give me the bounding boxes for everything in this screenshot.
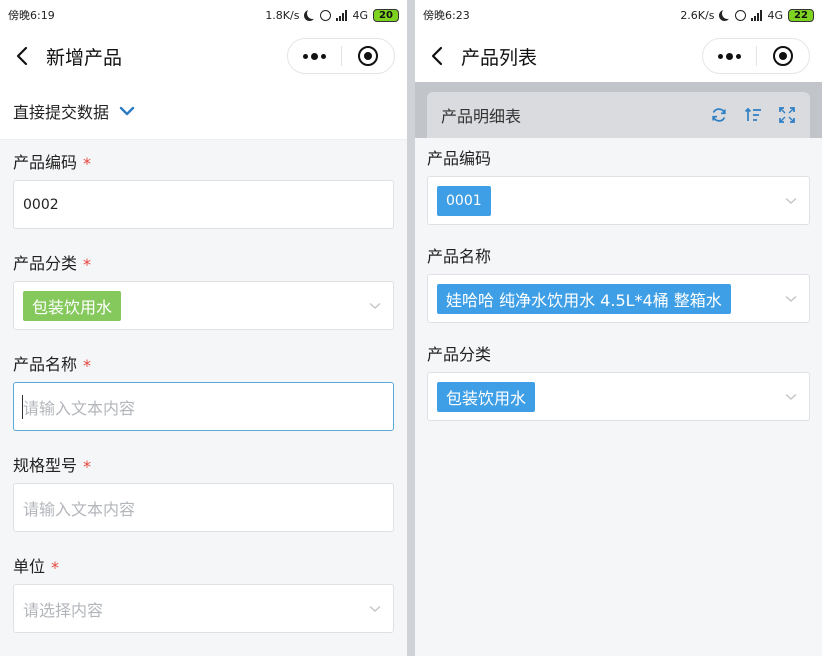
nav-bar: 新增产品 — [0, 30, 407, 82]
phone-add-product: 傍晚6:19 1.8K/s 4G 20 新增产品 直接提交数据 产品编码 * 0… — [0, 0, 407, 656]
moon-icon — [307, 8, 318, 19]
product-code-input[interactable]: 0002 — [13, 180, 394, 229]
target-icon — [357, 46, 378, 66]
spec-placeholder: 请输入文本内容 — [23, 499, 136, 519]
network-type: 4G — [767, 8, 783, 22]
network-type: 4G — [352, 8, 368, 22]
submit-mode-label: 直接提交数据 — [13, 102, 110, 122]
submit-mode-toggle[interactable]: 直接提交数据 — [0, 82, 407, 140]
table-header-band: 产品明细表 — [415, 82, 822, 138]
page-title: 产品列表 — [461, 46, 538, 69]
status-time: 傍晚6:23 — [423, 9, 470, 22]
field-label-spec: 规格型号 * — [13, 456, 92, 476]
unit-placeholder: 请选择内容 — [23, 600, 104, 620]
required-mark: * — [83, 255, 92, 274]
close-miniprogram-button[interactable] — [757, 39, 810, 73]
close-miniprogram-button[interactable] — [342, 39, 395, 73]
more-dots-icon — [302, 52, 326, 60]
chevron-down-icon — [119, 106, 135, 116]
status-bar: 傍晚6:19 1.8K/s 4G 20 — [0, 0, 407, 30]
alarm-icon — [320, 9, 332, 21]
status-bar: 傍晚6:23 2.6K/s 4G 22 — [415, 0, 822, 30]
screenshot-composite: 傍晚6:19 1.8K/s 4G 20 新增产品 直接提交数据 产品编码 * 0… — [0, 0, 822, 656]
product-name-select[interactable]: 娃哈哈 纯净水饮用水 4.5L*4桶 整箱水 — [427, 274, 810, 323]
table-title: 产品明细表 — [441, 107, 522, 126]
signal-icon — [751, 9, 763, 21]
refresh-icon[interactable] — [710, 106, 728, 124]
field-label-code: 产品编码 — [427, 149, 492, 168]
text-caret — [22, 395, 23, 419]
required-mark: * — [83, 154, 92, 173]
back-arrow-icon[interactable] — [12, 46, 32, 66]
product-category-select[interactable]: 包装饮用水 — [427, 372, 810, 421]
network-speed: 2.6K/s — [680, 8, 715, 22]
category-tag: 包装饮用水 — [437, 381, 536, 412]
moon-icon — [722, 8, 733, 19]
name-tag: 娃哈哈 纯净水饮用水 4.5L*4桶 整箱水 — [437, 283, 731, 314]
product-name-input[interactable]: 请输入文本内容 — [13, 382, 394, 431]
more-dots-icon — [717, 52, 741, 60]
field-label-code: 产品编码 * — [13, 153, 92, 173]
field-label-name: 产品名称 * — [13, 355, 92, 375]
network-speed: 1.8K/s — [265, 8, 300, 22]
nav-bar: 产品列表 — [415, 30, 822, 82]
product-form: 产品编码* 0002 产品分类* 包装饮用水 产品名称* 请输入文本内容 — [0, 140, 407, 633]
required-mark: * — [51, 558, 60, 577]
product-code-value: 0002 — [23, 196, 59, 213]
more-button[interactable] — [703, 39, 756, 73]
chevron-down-icon — [785, 393, 797, 401]
phone-product-list: 傍晚6:23 2.6K/s 4G 22 产品列表 产品明细表 产品编码 0001… — [415, 0, 822, 656]
field-label-unit: 单位 * — [13, 557, 60, 577]
required-mark: * — [83, 457, 92, 476]
product-code-select[interactable]: 0001 — [427, 176, 810, 225]
spec-model-input[interactable]: 请输入文本内容 — [13, 483, 394, 532]
product-detail-form: 产品编码 0001 产品名称 娃哈哈 纯净水饮用水 4.5L*4桶 整箱水 产品… — [415, 138, 822, 421]
battery-icon: 20 — [373, 8, 399, 22]
category-tag: 包装饮用水 — [23, 290, 122, 321]
battery-icon: 22 — [788, 8, 814, 22]
required-mark: * — [83, 356, 92, 375]
field-label-category: 产品分类 — [427, 345, 492, 364]
chevron-down-icon — [369, 302, 381, 310]
sort-icon[interactable] — [744, 106, 762, 124]
field-label-name: 产品名称 — [427, 247, 492, 266]
product-name-placeholder: 请输入文本内容 — [23, 398, 136, 418]
code-tag: 0001 — [437, 185, 491, 216]
chevron-down-icon — [785, 197, 797, 205]
page-title: 新增产品 — [46, 46, 123, 69]
target-icon — [772, 46, 793, 66]
chevron-down-icon — [785, 295, 797, 303]
field-label-category: 产品分类 * — [13, 254, 92, 274]
more-button[interactable] — [288, 39, 341, 73]
mini-program-capsule — [702, 38, 810, 74]
unit-select[interactable]: 请选择内容 — [13, 584, 394, 633]
alarm-icon — [735, 9, 747, 21]
status-time: 傍晚6:19 — [8, 9, 55, 22]
expand-icon[interactable] — [778, 106, 796, 124]
mini-program-capsule — [287, 38, 395, 74]
back-arrow-icon[interactable] — [427, 46, 447, 66]
table-card-header: 产品明细表 — [427, 92, 810, 138]
signal-icon — [336, 9, 348, 21]
product-category-select[interactable]: 包装饮用水 — [13, 281, 394, 330]
chevron-down-icon — [369, 605, 381, 613]
